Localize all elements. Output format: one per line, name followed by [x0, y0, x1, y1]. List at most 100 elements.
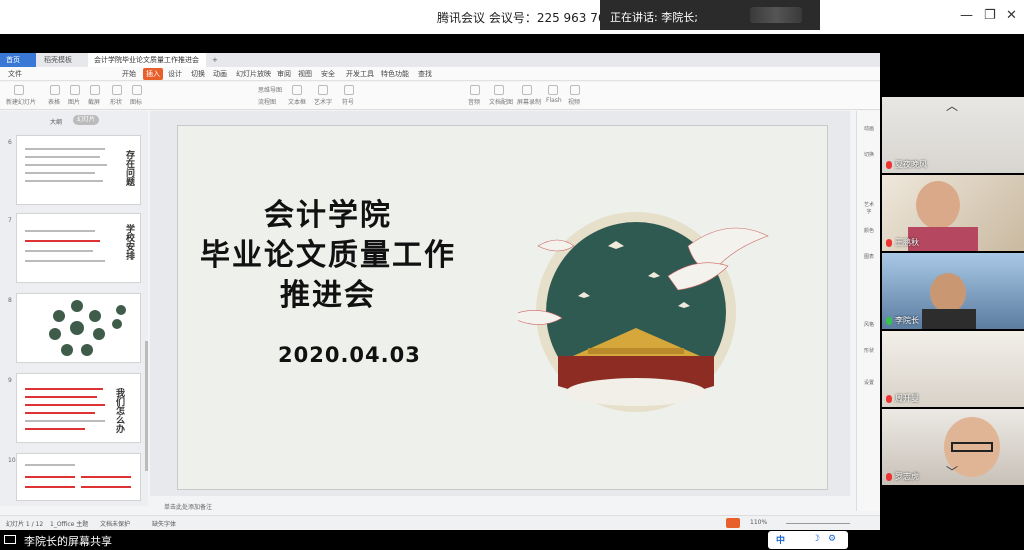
participant-tile[interactable]: 周开曼 — [882, 331, 1024, 407]
screen-record-icon[interactable] — [522, 85, 532, 95]
screenshot-icon[interactable] — [90, 85, 100, 95]
thumbnail-scrollbar[interactable] — [145, 341, 148, 471]
new-tab-button[interactable]: + — [206, 53, 220, 67]
participant-tile[interactable]: 王鹏秋 — [882, 175, 1024, 251]
thumb-line-red — [81, 486, 131, 488]
ribbon-label: 图片 — [68, 99, 81, 106]
menu-devtools[interactable]: 开发工具 — [346, 68, 374, 80]
menu-file[interactable]: 文件 — [8, 68, 22, 80]
slide-title-line1: 会计学院 — [264, 198, 392, 233]
transition-panel-icon[interactable]: 切换 — [862, 151, 876, 158]
picture-icon[interactable] — [70, 85, 80, 95]
ime-mode[interactable]: 中 — [776, 533, 785, 546]
thumb-line-red — [25, 388, 103, 390]
style-panel-icon[interactable]: 风格 — [862, 321, 876, 328]
participant-name: 王鹏秋 — [886, 237, 919, 248]
shape-panel-icon[interactable]: 形状 — [862, 347, 876, 354]
minimize-icon[interactable]: — — [960, 8, 973, 23]
participant-tile[interactable]: ︿ 夏夜晚风 — [882, 97, 1024, 173]
status-bar: 幻灯片 1 / 12 1_Office 主题 文档未保护 缺失字体 110% — [0, 515, 880, 530]
menu-view[interactable]: 视图 — [298, 68, 312, 80]
close-icon[interactable]: ✕ — [1006, 8, 1017, 23]
menu-design[interactable]: 设计 — [168, 68, 182, 80]
ribbon-label: 形状 — [110, 99, 123, 106]
tab-document[interactable]: 会计学院毕业论文质量工作推进会 — [88, 53, 206, 67]
current-slide[interactable]: 会计学院 毕业论文质量工作 推进会 2020.04.03 — [177, 125, 828, 490]
mic-muted-icon — [886, 472, 892, 481]
menu-animation[interactable]: 动画 — [213, 68, 227, 80]
document-tab-bar: 首页 稻壳模板 会计学院毕业论文质量工作推进会 + — [0, 53, 880, 67]
color-panel-icon[interactable]: 颜色 — [862, 227, 876, 234]
wordart-panel-icon[interactable]: 艺术字 — [862, 201, 876, 215]
menu-transition[interactable]: 切换 — [191, 68, 205, 80]
theme-name: 1_Office 主题 — [50, 521, 89, 528]
restore-icon[interactable]: ❐ — [984, 8, 996, 23]
screen: 腾讯会议 会议号：225 963 765 正在讲话: 李院长; — ❐ ✕ 首页… — [0, 0, 1024, 550]
thumb-line-red — [25, 486, 75, 488]
wordart-icon[interactable] — [318, 85, 328, 95]
slide-title-line3: 推进会 — [280, 278, 376, 313]
new-slide-icon[interactable] — [14, 85, 24, 95]
symbol-icon[interactable] — [344, 85, 354, 95]
shape-icon[interactable] — [112, 85, 122, 95]
slide-thumbnail-7[interactable]: 学校安排 — [16, 213, 141, 283]
play-slideshow-button[interactable] — [726, 518, 740, 528]
doc-image-icon[interactable] — [494, 85, 504, 95]
thumb-line — [25, 250, 93, 252]
screen-share-bar: 李院长的屏幕共享 中 ☽ ⚙ — [0, 530, 1024, 550]
thumb-number: 8 — [8, 297, 12, 304]
slides-tab[interactable]: 幻灯片 — [73, 115, 99, 125]
animation-panel-icon[interactable]: 动画 — [862, 125, 876, 132]
thumb-bubble-diagram — [49, 300, 126, 356]
missing-font[interactable]: 缺失字体 — [152, 519, 176, 528]
screen-share-icon — [4, 535, 16, 544]
scroll-up-icon[interactable]: ︿ — [946, 97, 958, 114]
slide-date: 2020.04.03 — [278, 343, 421, 367]
zoom-slider[interactable] — [786, 523, 850, 524]
ribbon-label: 文本框 — [288, 99, 307, 106]
ribbon-label[interactable]: 思维导图 — [258, 85, 282, 94]
ime-moon-icon[interactable]: ☽ — [812, 534, 820, 544]
thumb-line — [25, 230, 95, 232]
ribbon-label[interactable]: 流程图 — [258, 97, 276, 106]
ribbon-label: 截屏 — [88, 99, 101, 106]
menu-slideshow[interactable]: 幻灯片放映 — [236, 68, 271, 80]
slide-thumbnail-6[interactable]: 存在问题 — [16, 135, 141, 205]
menu-insert[interactable]: 插入 — [143, 68, 163, 80]
chart-panel-icon[interactable]: 图表 — [862, 253, 876, 260]
slide-title-line2: 毕业论文质量工作 — [200, 238, 456, 273]
outline-tab[interactable]: 大纲 — [50, 117, 62, 126]
slide-thumbnail-8[interactable] — [16, 293, 141, 363]
icon-library-icon[interactable] — [132, 85, 142, 95]
settings-panel-icon[interactable]: 设置 — [862, 379, 876, 386]
slide-thumbnail-9[interactable]: 我们怎么办 — [16, 373, 141, 443]
speaker-avatar-blur — [750, 7, 802, 23]
ime-settings-icon[interactable]: ⚙ — [828, 534, 836, 544]
table-icon[interactable] — [50, 85, 60, 95]
scroll-down-icon[interactable]: ﹀ — [946, 463, 958, 480]
menu-start[interactable]: 开始 — [122, 68, 136, 80]
menu-bar: 文件 开始 插入 设计 切换 动画 幻灯片放映 审阅 视图 安全 开发工具 特色… — [0, 67, 880, 81]
thumb-line — [25, 420, 105, 422]
flash-icon[interactable] — [548, 85, 558, 95]
audio-icon[interactable] — [470, 85, 480, 95]
meeting-title: 腾讯会议 会议号：225 963 765 — [437, 11, 614, 25]
slide-thumbnail-10[interactable] — [16, 453, 141, 501]
textbox-icon[interactable] — [292, 85, 302, 95]
zoom-level: 110% — [750, 519, 768, 526]
speaking-indicator: 正在讲话: 李院长; — [600, 0, 820, 30]
video-icon[interactable] — [570, 85, 580, 95]
participant-tile[interactable]: 李院长 — [882, 253, 1024, 329]
protect-status[interactable]: 文档未保护 — [100, 519, 130, 528]
thumb-line-red — [25, 396, 97, 398]
tab-template[interactable]: 稻壳模板 — [38, 53, 86, 67]
tab-home[interactable]: 首页 — [0, 53, 36, 67]
participant-tile[interactable]: ﹀ 罗志虎 — [882, 409, 1024, 485]
menu-review[interactable]: 审阅 — [277, 68, 291, 80]
thumb-caption: 学校安排 — [124, 224, 134, 260]
menu-security[interactable]: 安全 — [321, 68, 335, 80]
menu-search[interactable]: 查找 — [418, 68, 432, 80]
ime-toolbar[interactable]: 中 ☽ ⚙ — [768, 531, 848, 549]
notes-pane[interactable]: 单击此处添加备注 — [150, 499, 850, 513]
menu-features[interactable]: 特色功能 — [381, 68, 409, 80]
